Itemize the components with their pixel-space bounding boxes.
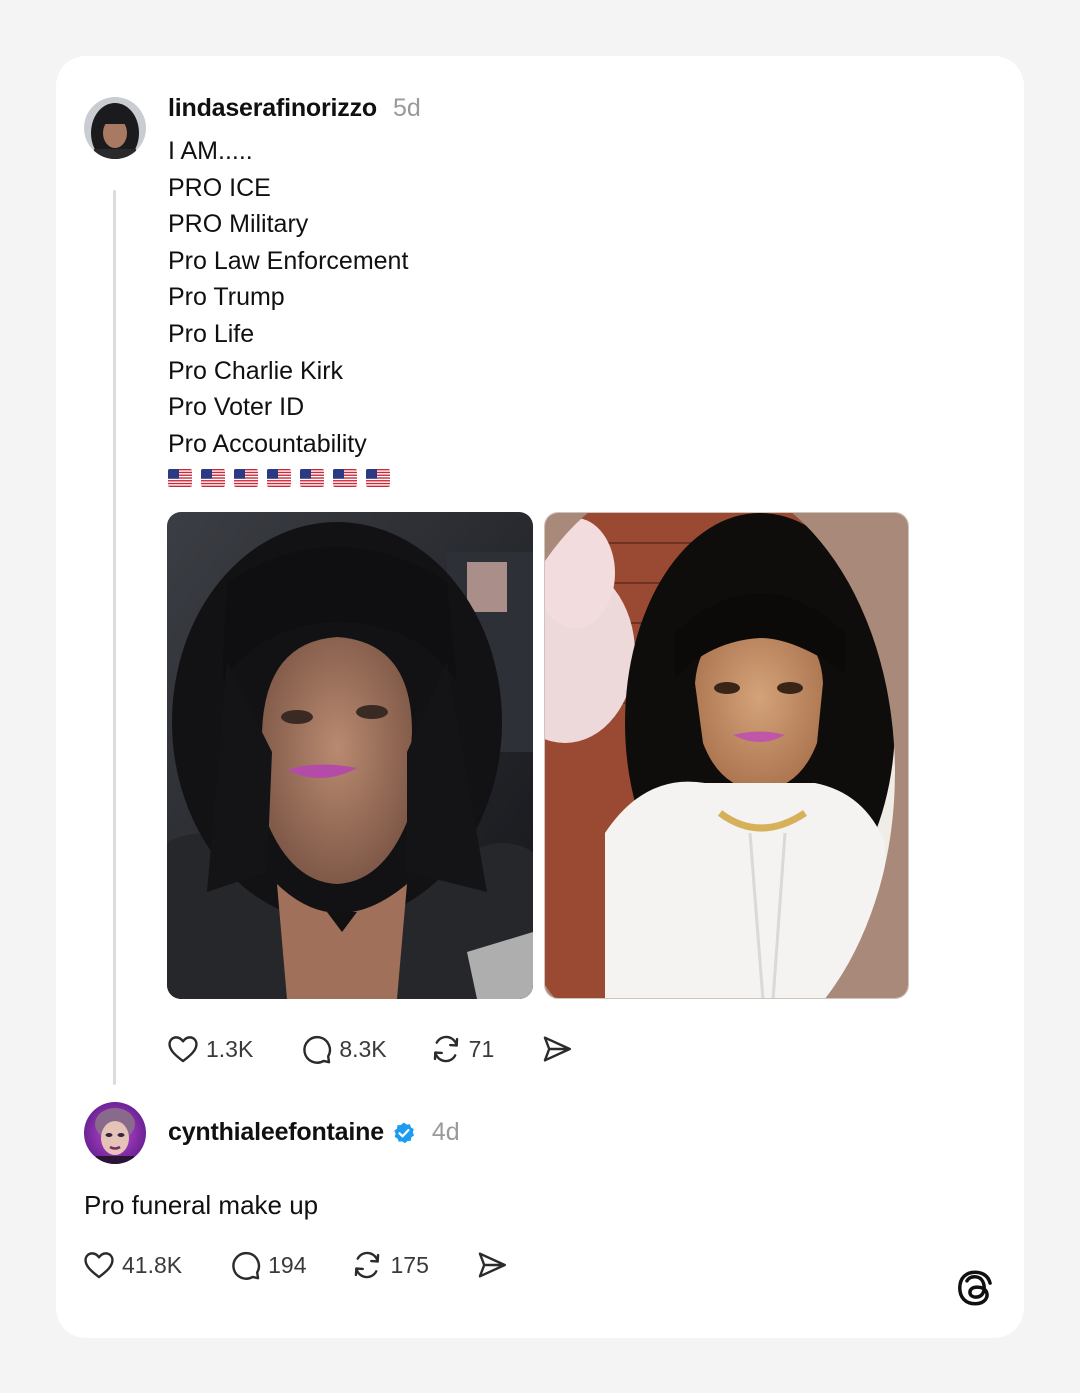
threads-logo-icon xyxy=(958,1270,992,1306)
post-comment-button[interactable]: 8.3K xyxy=(299,1032,387,1066)
reply-author-avatar[interactable] xyxy=(84,1102,146,1164)
share-icon xyxy=(478,1252,506,1278)
reply-repost-count: 175 xyxy=(390,1251,429,1278)
reply-like-count: 41.8K xyxy=(122,1251,183,1278)
us-flag-emoji xyxy=(234,469,258,487)
reply-comment-count: 194 xyxy=(268,1251,307,1278)
repost-icon xyxy=(433,1035,458,1063)
post-line: Pro Trump xyxy=(168,283,285,312)
comment-icon xyxy=(303,1035,332,1064)
share-icon xyxy=(544,1036,572,1062)
repost-icon xyxy=(355,1251,380,1279)
post-time[interactable]: 5d xyxy=(393,94,421,123)
heart-icon xyxy=(168,1036,198,1063)
verified-badge-icon xyxy=(394,1122,414,1143)
post-line: Pro Charlie Kirk xyxy=(168,356,344,385)
post-line: Pro Law Enforcement xyxy=(168,246,409,275)
reply-comment-button[interactable]: 194 xyxy=(228,1248,306,1282)
post-line: Pro Life xyxy=(168,319,255,348)
post-line: I AM..... xyxy=(168,137,253,165)
post-share-button[interactable] xyxy=(540,1032,574,1066)
reply-username[interactable]: cynthialeefontaine xyxy=(168,1118,384,1147)
us-flag-emoji xyxy=(300,469,324,487)
post-text: I AM..... PRO ICE PRO Military Pro Law E… xyxy=(168,133,408,462)
post-like-count: 1.3K xyxy=(206,1035,254,1062)
comment-icon xyxy=(232,1251,261,1280)
reply-header: cynthialeefontaine 4d xyxy=(168,1118,460,1147)
us-flag-emoji xyxy=(168,469,192,487)
threads-logo xyxy=(954,1266,996,1315)
flag-emoji-row xyxy=(168,469,390,487)
threads-card: lindaserafinorizzo 5d I AM..... PRO ICE … xyxy=(56,56,1024,1338)
reply-actions: 41.8K 194 175 xyxy=(82,1248,509,1282)
heart-icon xyxy=(84,1252,114,1279)
reply-time[interactable]: 4d xyxy=(432,1118,460,1147)
reply-repost-button[interactable]: 175 xyxy=(350,1248,429,1282)
reply-share-button[interactable] xyxy=(475,1248,509,1282)
post-photo-2[interactable] xyxy=(544,512,909,999)
thread-connector-line xyxy=(113,190,116,1085)
post-line: PRO Military xyxy=(168,210,309,239)
post-like-button[interactable]: 1.3K xyxy=(166,1032,253,1066)
post-actions: 1.3K 8.3K 71 xyxy=(166,1032,574,1066)
post-comment-count: 8.3K xyxy=(339,1035,387,1062)
post-line: Pro Accountability xyxy=(168,429,367,458)
post-line: Pro Voter ID xyxy=(168,393,305,422)
reply-like-button[interactable]: 41.8K xyxy=(82,1248,182,1282)
post-line: PRO ICE xyxy=(168,173,271,202)
post-author-avatar[interactable] xyxy=(84,97,146,159)
reply-text: Pro funeral make up xyxy=(84,1190,319,1220)
post-repost-button[interactable]: 71 xyxy=(429,1032,495,1066)
us-flag-emoji xyxy=(333,469,357,487)
post-header: lindaserafinorizzo 5d xyxy=(168,94,421,123)
us-flag-emoji xyxy=(201,469,225,487)
post-username[interactable]: lindaserafinorizzo xyxy=(168,94,377,123)
post-photo-1[interactable] xyxy=(167,512,533,999)
us-flag-emoji xyxy=(267,469,291,487)
us-flag-emoji xyxy=(366,469,390,487)
post-repost-count: 71 xyxy=(468,1035,495,1062)
